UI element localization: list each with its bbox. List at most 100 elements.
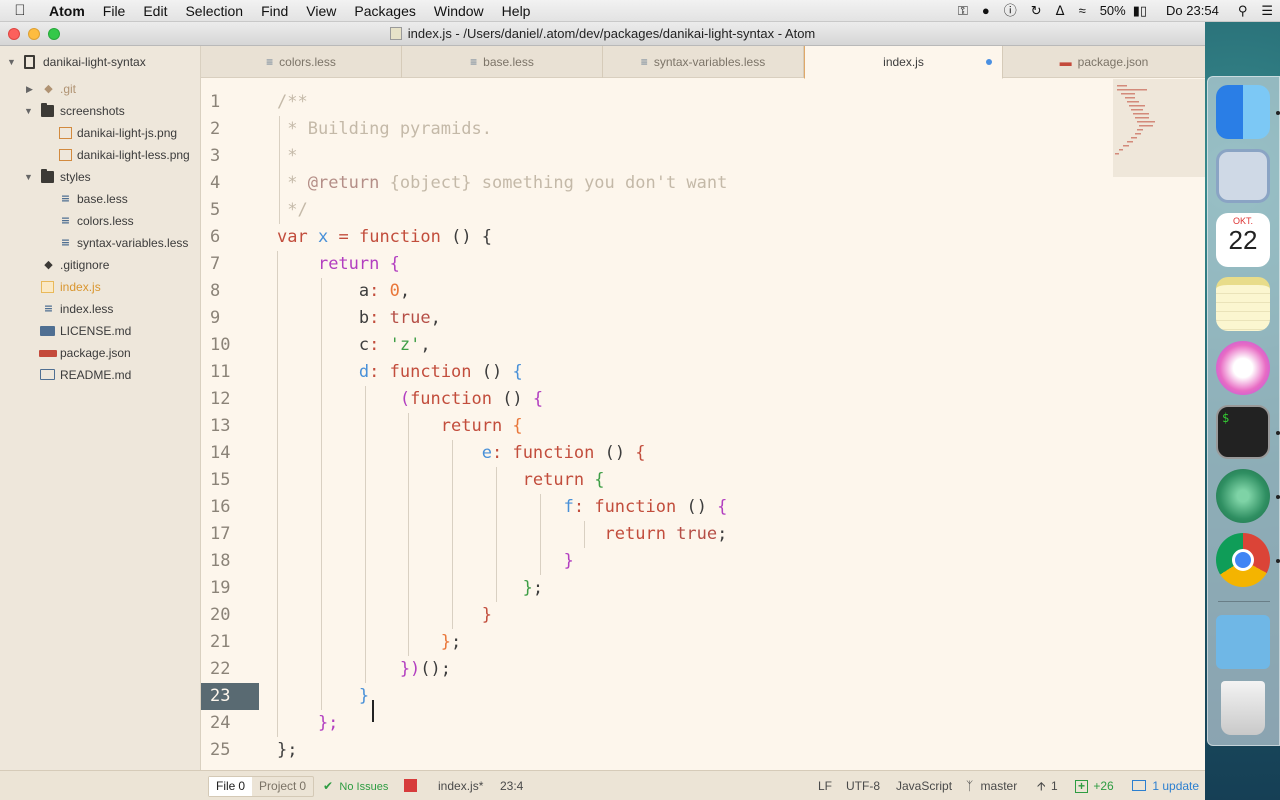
line-number[interactable]: 24 (201, 710, 259, 737)
tree-item-styles[interactable]: ▼ styles (0, 166, 201, 188)
tree-item-package-json[interactable]: package.json (0, 342, 201, 364)
code-line[interactable]: return { (277, 251, 400, 278)
code-line[interactable]: a: 0, (277, 278, 410, 305)
trash-icon[interactable] (1221, 681, 1265, 735)
tree-item-syntax-variables-less[interactable]: ≡ syntax-variables.less (0, 232, 201, 254)
code-line[interactable]: */ (277, 197, 307, 224)
downloads-icon[interactable] (1216, 615, 1270, 669)
code-line[interactable]: d: function () { (277, 359, 523, 386)
code-line[interactable]: return true; (277, 521, 728, 548)
line-number[interactable]: 23 (201, 682, 259, 710)
tab-colors-less[interactable]: ≡ colors.less (201, 46, 402, 78)
menu-edit[interactable]: Edit (134, 0, 176, 22)
tree-item-git[interactable]: ▶ ◆ .git (0, 78, 201, 100)
hat-icon[interactable]: ● (975, 0, 997, 22)
status-git-additions[interactable]: + +26 (1075, 771, 1114, 800)
tab-syntax-variables-less[interactable]: ≡ syntax-variables.less (603, 46, 804, 78)
status-encoding[interactable]: UTF-8 (846, 771, 880, 800)
code-line[interactable]: } (277, 683, 369, 710)
tree-item-index-less[interactable]: ≡ index.less (0, 298, 201, 320)
tab-base-less[interactable]: ≡ base.less (402, 46, 603, 78)
time-machine-icon[interactable]: ↻ (1024, 0, 1049, 22)
line-number[interactable]: 2 (201, 116, 259, 143)
line-number[interactable]: 18 (201, 548, 259, 575)
code-line[interactable]: c: 'z', (277, 332, 431, 359)
window-titlebar[interactable]: index.js - /Users/daniel/.atom/dev/packa… (0, 22, 1205, 46)
tree-item-gitignore[interactable]: ◆ .gitignore (0, 254, 201, 276)
line-number[interactable]: 3 (201, 143, 259, 170)
code-line[interactable]: }; (277, 575, 544, 602)
code-line[interactable]: }; (277, 737, 297, 764)
info-icon[interactable]: ⓘ (997, 0, 1024, 22)
notification-center-icon[interactable]: ☰ (1254, 0, 1280, 22)
code-line[interactable]: b: true, (277, 305, 441, 332)
status-file-name[interactable]: index.js* (438, 771, 483, 800)
line-number[interactable]: 11 (201, 359, 259, 386)
code-line[interactable]: * Building pyramids. (277, 116, 492, 143)
status-git-ahead[interactable]: 🡩 1 (1037, 771, 1058, 800)
code-line[interactable]: } (277, 602, 492, 629)
tree-item-colors-less[interactable]: ≡ colors.less (0, 210, 201, 232)
code-line[interactable]: } (277, 548, 574, 575)
menu-packages[interactable]: Packages (345, 0, 424, 22)
code-line[interactable]: e: function () { (277, 440, 646, 467)
code-line[interactable]: }; (277, 710, 338, 737)
line-number[interactable]: 8 (201, 278, 259, 305)
apple-menu-icon[interactable]:  (0, 2, 40, 19)
code-line[interactable]: f: function () { (277, 494, 728, 521)
notes-icon[interactable] (1216, 277, 1270, 331)
spotlight-search-icon[interactable]: ⚲ (1231, 0, 1255, 22)
tree-item-base-less[interactable]: ≡ base.less (0, 188, 201, 210)
code-line[interactable]: return { (277, 467, 605, 494)
linter-status[interactable]: ✔ No Issues (323, 771, 388, 800)
line-number[interactable]: 7 (201, 251, 259, 278)
menu-window[interactable]: Window (425, 0, 493, 22)
line-number[interactable]: 25 (201, 737, 259, 764)
menu-file[interactable]: File (94, 0, 135, 22)
bluetooth-icon[interactable]: ᐃ (1049, 0, 1072, 22)
tree-root[interactable]: ▼ danikai-light-syntax (0, 51, 201, 73)
chevron-right-icon[interactable]: ▶ (26, 78, 33, 100)
finder-icon[interactable] (1216, 85, 1270, 139)
battery-percent[interactable]: 50% (1093, 0, 1133, 22)
status-package-updates[interactable]: 1 update (1132, 771, 1199, 800)
code-line[interactable]: (function () { (277, 386, 543, 413)
line-number[interactable]: 4 (201, 170, 259, 197)
status-line-ending[interactable]: LF (818, 771, 832, 800)
status-grammar[interactable]: JavaScript (896, 771, 952, 800)
line-number[interactable]: 15 (201, 467, 259, 494)
line-number[interactable]: 9 (201, 305, 259, 332)
line-number[interactable]: 19 (201, 575, 259, 602)
atom-icon[interactable] (1216, 469, 1270, 523)
line-number[interactable]: 16 (201, 494, 259, 521)
glasses-icon[interactable]: ⚿ (951, 0, 975, 22)
status-cursor-position[interactable]: 23:4 (500, 771, 523, 800)
chrome-icon[interactable] (1216, 533, 1270, 587)
linter-project-tab[interactable]: Project 0 (252, 777, 313, 796)
code-line[interactable]: }; (277, 629, 462, 656)
line-number[interactable]: 1 (201, 89, 259, 116)
code-line[interactable]: return { (277, 413, 523, 440)
tree-item-screenshots[interactable]: ▼ screenshots (0, 100, 201, 122)
tab-package-json[interactable]: ▬ package.json (1003, 46, 1205, 78)
maximize-window-button[interactable] (48, 28, 60, 40)
status-git-branch[interactable]: ᛉ master (966, 771, 1017, 800)
code-line[interactable]: var x = function () { (277, 224, 492, 251)
chevron-down-icon[interactable]: ▼ (7, 51, 16, 73)
tree-item-license-md[interactable]: LICENSE.md (0, 320, 201, 342)
code-line[interactable]: * @return {object} something you don't w… (277, 170, 727, 197)
minimize-window-button[interactable] (28, 28, 40, 40)
line-number[interactable]: 13 (201, 413, 259, 440)
line-number[interactable]: 10 (201, 332, 259, 359)
modified-indicator[interactable] (986, 59, 992, 65)
menu-selection[interactable]: Selection (176, 0, 252, 22)
terminal-icon[interactable]: $ (1216, 405, 1270, 459)
linter-file-tab[interactable]: File 0 (209, 777, 253, 796)
line-number[interactable]: 6 (201, 224, 259, 251)
menu-app-atom[interactable]: Atom (40, 0, 94, 22)
battery-icon[interactable]: ▮▯ (1133, 0, 1154, 22)
minimap[interactable] (1113, 79, 1205, 177)
menu-help[interactable]: Help (493, 0, 540, 22)
chevron-down-icon[interactable]: ▼ (24, 100, 33, 122)
wifi-icon[interactable]: ≈ (1072, 0, 1093, 22)
